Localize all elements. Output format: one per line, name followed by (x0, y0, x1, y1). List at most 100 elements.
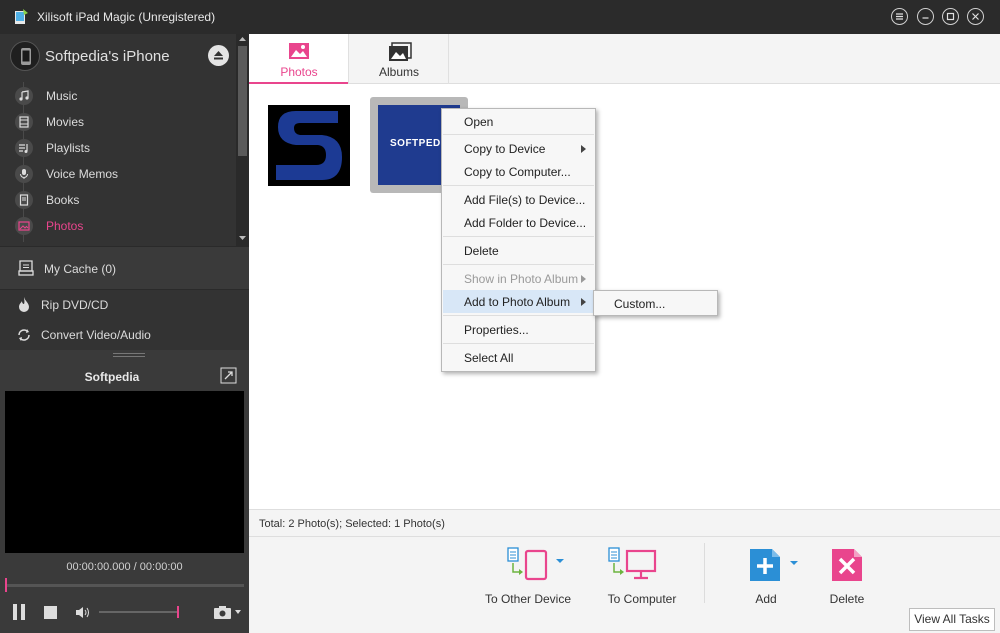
add-icon (750, 549, 798, 581)
convert-video-button[interactable]: Convert Video/Audio (0, 320, 249, 350)
cache-label: My Cache (0) (44, 262, 117, 276)
iphone-icon (10, 41, 40, 71)
menu-item-label: Copy to Device (464, 142, 546, 156)
delete-icon (832, 549, 862, 581)
minimize-button[interactable] (917, 8, 934, 25)
submenu-item-custom[interactable]: Custom... (614, 297, 665, 311)
menu-item-label: Show in Photo Album (464, 272, 579, 286)
menu-item-label: Open (464, 115, 494, 129)
minimize-icon (922, 17, 929, 19)
expand-icon[interactable] (220, 367, 237, 384)
menu-item-label: Add Folder to Device... (464, 216, 587, 230)
video-screen[interactable] (5, 391, 244, 553)
menu-separator (443, 134, 594, 135)
sidebar-item-my-cache[interactable]: My Cache (0) (0, 246, 249, 290)
volume-handle[interactable] (177, 606, 179, 618)
sidebar-item-music[interactable]: Music (0, 83, 236, 109)
playback-time: 00:00:00.000 / 00:00:00 (66, 561, 183, 573)
action-label: To Computer (607, 592, 677, 606)
tab-divider (448, 34, 449, 84)
book-icon (15, 191, 33, 209)
tab-label: Photos (280, 65, 318, 79)
menu-item-label: Add to Photo Album (464, 295, 571, 309)
status-bar: Total: 2 Photo(s); Selected: 1 Photo(s) (249, 509, 1000, 537)
action-label: Delete (829, 592, 865, 606)
sidebar-item-books[interactable]: Books (0, 187, 236, 213)
resize-grip[interactable] (113, 353, 145, 357)
progress-handle[interactable] (5, 578, 7, 592)
volume-slider[interactable] (99, 611, 179, 613)
menu-item-select-all[interactable]: Select All (443, 346, 594, 369)
menu-item-label: Select All (464, 351, 514, 365)
submenu-arrow-icon (581, 298, 586, 306)
menu-separator (443, 264, 594, 265)
action-divider (704, 543, 705, 603)
menu-item-open[interactable]: Open (443, 110, 594, 133)
sidebar-item-photos[interactable]: Photos (0, 213, 236, 239)
submenu-arrow-icon (581, 145, 586, 153)
scroll-thumb[interactable] (238, 46, 247, 156)
film-icon (15, 113, 33, 131)
menu-item-label: Add File(s) to Device... (464, 193, 586, 207)
volume-icon[interactable] (75, 606, 91, 619)
submenu-arrow-icon (581, 275, 586, 283)
action-label: To Other Device (484, 592, 572, 606)
menu-item-copy-to-computer[interactable]: Copy to Computer... (443, 160, 594, 183)
menu-item-label: Copy to Computer... (464, 165, 571, 179)
stop-icon[interactable] (44, 606, 57, 619)
submenu-custom-album[interactable]: Custom... (593, 290, 718, 316)
transfer-to-computer-icon (608, 547, 657, 580)
window-title: Xilisoft iPad Magic (Unregistered) (37, 10, 216, 24)
tab-photos[interactable]: Photos (249, 34, 349, 84)
menu-separator (443, 315, 594, 316)
photos-tab-icon (289, 43, 309, 59)
menu-separator (443, 343, 594, 344)
view-all-tasks-button[interactable]: View All Tasks (909, 608, 995, 631)
playlist-icon (15, 139, 33, 157)
menu-separator (443, 185, 594, 186)
scroll-up-icon[interactable] (238, 36, 247, 42)
menu-item-copy-to-device[interactable]: Copy to Device (443, 137, 594, 160)
photo-thumbnail[interactable] (268, 105, 350, 186)
transfer-to-device-icon (507, 547, 564, 581)
pause-icon[interactable] (11, 603, 27, 621)
sidebar-item-label: Books (46, 193, 80, 207)
camera-icon[interactable] (213, 604, 243, 620)
device-name: Softpedia's iPhone (45, 48, 170, 65)
flame-icon (19, 297, 29, 312)
menu-item-add-folder[interactable]: Add Folder to Device... (443, 211, 594, 234)
convert-video-label: Convert Video/Audio (41, 328, 151, 342)
tab-albums[interactable]: Albums (349, 34, 449, 84)
sidebar-item-playlists[interactable]: Playlists (0, 135, 236, 161)
menu-button[interactable] (891, 8, 908, 25)
close-button[interactable] (967, 8, 984, 25)
tab-bar: Photos Albums (249, 34, 1000, 84)
player-title: Softpedia (84, 370, 140, 384)
eject-button[interactable] (208, 45, 229, 66)
sidebar: Softpedia's iPhone Music Movies Playlist… (0, 34, 249, 633)
microphone-icon (15, 165, 33, 183)
softpedia-s-logo (268, 105, 350, 186)
eject-icon (214, 51, 223, 60)
sidebar-item-movies[interactable]: Movies (0, 109, 236, 135)
cache-drive-icon (18, 260, 34, 276)
menu-item-add-files[interactable]: Add File(s) to Device... (443, 188, 594, 211)
sidebar-item-label: Music (46, 89, 78, 103)
menu-item-delete[interactable]: Delete (443, 239, 594, 262)
rip-dvd-label: Rip DVD/CD (41, 298, 109, 312)
sidebar-item-label: Playlists (46, 141, 91, 155)
sidebar-item-voice-memos[interactable]: Voice Memos (0, 161, 236, 187)
progress-track[interactable] (5, 584, 244, 587)
menu-item-properties[interactable]: Properties... (443, 318, 594, 341)
preview-player: Softpedia 00:00:00.000 / 00:00:00 (0, 350, 249, 633)
rip-dvd-button[interactable]: Rip DVD/CD (0, 290, 249, 320)
scroll-down-icon[interactable] (238, 235, 247, 241)
device-header[interactable]: Softpedia's iPhone (0, 34, 236, 80)
menu-item-label: Delete (464, 244, 499, 258)
action-label: Add (755, 592, 777, 606)
maximize-icon (946, 12, 955, 21)
maximize-button[interactable] (942, 8, 959, 25)
sidebar-scrollbar[interactable] (236, 34, 249, 246)
sidebar-item-label: Movies (46, 115, 85, 129)
menu-item-add-to-photo-album[interactable]: Add to Photo Album (443, 290, 594, 313)
